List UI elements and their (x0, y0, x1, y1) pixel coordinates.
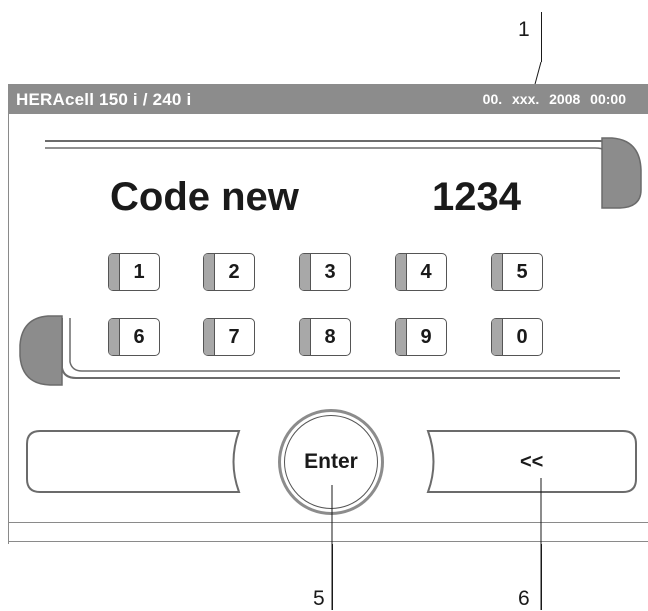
callout-lines-overlay (331, 478, 542, 610)
